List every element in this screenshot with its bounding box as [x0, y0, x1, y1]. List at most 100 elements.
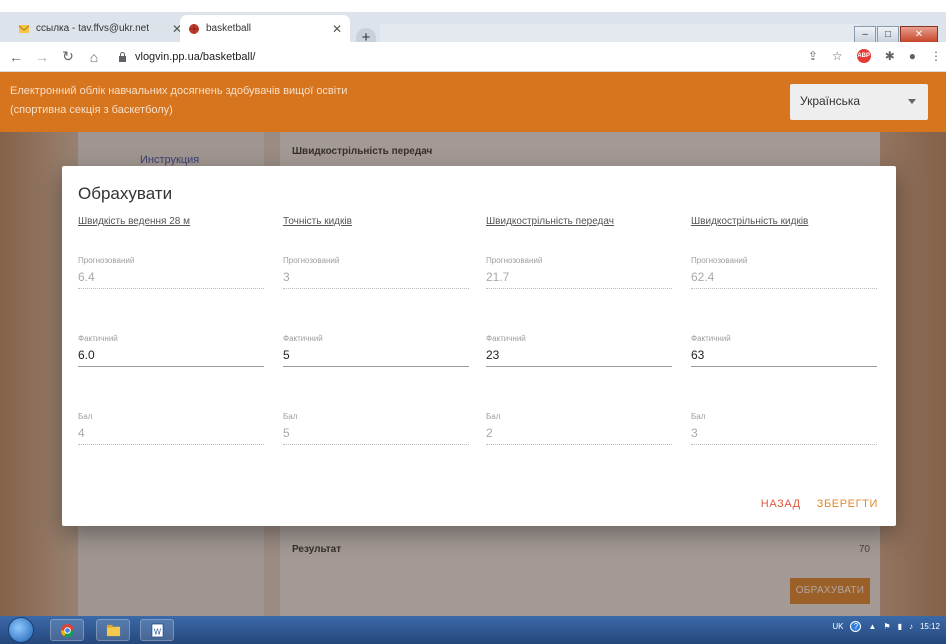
tray-arrow-icon[interactable]: ▲: [868, 622, 876, 631]
column-header[interactable]: Швидкострільність передач: [486, 216, 672, 232]
lock-icon: [119, 51, 126, 62]
dialog-title: Обрахувати: [78, 184, 173, 203]
home-icon[interactable]: ⌂: [84, 49, 104, 65]
minimize-button[interactable]: –: [854, 26, 876, 43]
clock[interactable]: 15:12: [920, 622, 940, 631]
site-title: Електронний облік навчальних досягнень з…: [10, 82, 570, 120]
predicted-value: 62.4: [691, 267, 877, 289]
predicted-value: 6.4: [78, 267, 264, 289]
tab-label: ссылка - tav.ffvs@ukr.net: [36, 23, 149, 34]
reload-icon[interactable]: ↻: [58, 48, 78, 65]
score-field: Бал 3: [691, 412, 877, 445]
column-pass-rate: Швидкострільність передач Прогнозований …: [486, 216, 672, 445]
chevron-down-icon: [908, 99, 916, 104]
calculate-dialog: Обрахувати Швидкість ведення 28 м Прогно…: [62, 166, 896, 526]
folder-icon: [106, 624, 121, 637]
column-header[interactable]: Швидкострільність кидків: [691, 216, 877, 232]
predicted-field: Прогнозований 3: [283, 256, 469, 289]
score-value: 4: [78, 423, 264, 445]
predicted-value: 3: [283, 267, 469, 289]
predicted-field: Прогнозований 62.4: [691, 256, 877, 289]
windows-taskbar: W UK ? ▲ ⚑ ▮ ♪ 15:12: [0, 616, 946, 644]
site-title-line2: (спортивна секція з баскетболу): [10, 104, 173, 116]
column-header[interactable]: Швидкість ведення 28 м: [78, 216, 264, 232]
column-shot-rate: Швидкострільність кидків Прогнозований 6…: [691, 216, 877, 445]
help-icon[interactable]: ?: [850, 621, 862, 632]
field-label: Бал: [691, 412, 706, 421]
network-icon[interactable]: ▮: [898, 622, 902, 631]
svg-text:W: W: [154, 627, 162, 636]
field-label: Фактичний: [283, 334, 323, 343]
score-value: 2: [486, 423, 672, 445]
taskbar-word[interactable]: W: [140, 619, 174, 641]
browser-toolbar: ⇪ ☆ ABP ✱ ● ⋮: [808, 49, 942, 63]
actual-input[interactable]: 63: [691, 345, 877, 367]
dialog-actions: НАЗАД ЗБЕРЕГТИ: [761, 498, 878, 510]
field-label: Бал: [283, 412, 298, 421]
field-label: Прогнозований: [283, 256, 340, 265]
window-controls: – □ ✕: [854, 26, 938, 43]
chrome-icon: [60, 623, 75, 638]
predicted-field: Прогнозований 6.4: [78, 256, 264, 289]
actual-field[interactable]: Фактичний 63: [691, 334, 877, 367]
flag-icon[interactable]: ⚑: [883, 622, 890, 631]
actual-field[interactable]: Фактичний 23: [486, 334, 672, 367]
back-button[interactable]: НАЗАД: [761, 498, 801, 510]
word-icon: W: [151, 623, 164, 638]
menu-dots-icon[interactable]: ⋮: [930, 49, 942, 63]
taskbar-chrome[interactable]: [50, 619, 84, 641]
tab-basketball[interactable]: basketball ✕: [180, 15, 350, 42]
volume-icon[interactable]: ♪: [909, 622, 913, 631]
extension-icon[interactable]: ABP: [856, 49, 871, 63]
forward-arrow-icon[interactable]: →: [32, 49, 52, 65]
actual-input[interactable]: 5: [283, 345, 469, 367]
basketball-icon: [189, 23, 199, 34]
tab-label: basketball: [206, 23, 252, 34]
score-value: 3: [691, 423, 877, 445]
score-field: Бал 4: [78, 412, 264, 445]
profile-avatar[interactable]: ●: [909, 49, 916, 63]
field-label: Прогнозований: [78, 256, 135, 265]
language-indicator[interactable]: UK: [832, 622, 843, 631]
actual-field[interactable]: Фактичний 5: [283, 334, 469, 367]
system-tray: UK ? ▲ ⚑ ▮ ♪ 15:12: [832, 621, 940, 632]
document-text-sliver: [0, 0, 946, 12]
predicted-value: 21.7: [486, 267, 672, 289]
actual-input[interactable]: 6.0: [78, 345, 264, 367]
field-label: Бал: [486, 412, 501, 421]
share-icon[interactable]: ⇪: [808, 49, 818, 63]
field-label: Фактичний: [486, 334, 526, 343]
tab-email[interactable]: ссылка - tav.ffvs@ukr.net ✕: [10, 15, 190, 42]
language-value: Українська: [800, 94, 861, 108]
score-field: Бал 5: [283, 412, 469, 445]
address-bar: ← → ↻ ⌂ vlogvin.pp.ua/basketball/ ⇪ ☆ AB…: [0, 42, 946, 72]
back-arrow-icon[interactable]: ←: [6, 49, 26, 65]
column-dribble-speed: Швидкість ведення 28 м Прогнозований 6.4…: [78, 216, 264, 445]
actual-field[interactable]: Фактичний 6.0: [78, 334, 264, 367]
mail-icon: [18, 24, 30, 33]
extensions-puzzle-icon[interactable]: ✱: [885, 49, 895, 63]
save-button[interactable]: ЗБЕРЕГТИ: [817, 498, 878, 510]
url-text: vlogvin.pp.ua/basketball/: [135, 50, 256, 63]
score-value: 5: [283, 423, 469, 445]
maximize-button[interactable]: □: [877, 26, 899, 43]
start-button[interactable]: [8, 617, 34, 643]
field-label: Фактичний: [691, 334, 731, 343]
field-label: Прогнозований: [486, 256, 543, 265]
field-label: Фактичний: [78, 334, 118, 343]
field-label: Бал: [78, 412, 93, 421]
predicted-field: Прогнозований 21.7: [486, 256, 672, 289]
site-title-line1: Електронний облік навчальних досягнень з…: [10, 85, 348, 97]
bookmark-star-icon[interactable]: ☆: [832, 49, 843, 63]
taskbar-explorer[interactable]: [96, 619, 130, 641]
url-field[interactable]: vlogvin.pp.ua/basketball/: [118, 51, 255, 63]
field-label: Прогнозований: [691, 256, 748, 265]
column-header[interactable]: Точність кидків: [283, 216, 469, 232]
browser-tab-strip: ссылка - tav.ffvs@ukr.net ✕ basketball ✕…: [0, 12, 946, 54]
column-shot-accuracy: Точність кидків Прогнозований 3 Фактични…: [283, 216, 469, 445]
language-select[interactable]: Українська: [790, 84, 928, 120]
close-window-button[interactable]: ✕: [900, 26, 938, 43]
close-tab-icon[interactable]: ✕: [332, 22, 342, 36]
actual-input[interactable]: 23: [486, 345, 672, 367]
score-field: Бал 2: [486, 412, 672, 445]
